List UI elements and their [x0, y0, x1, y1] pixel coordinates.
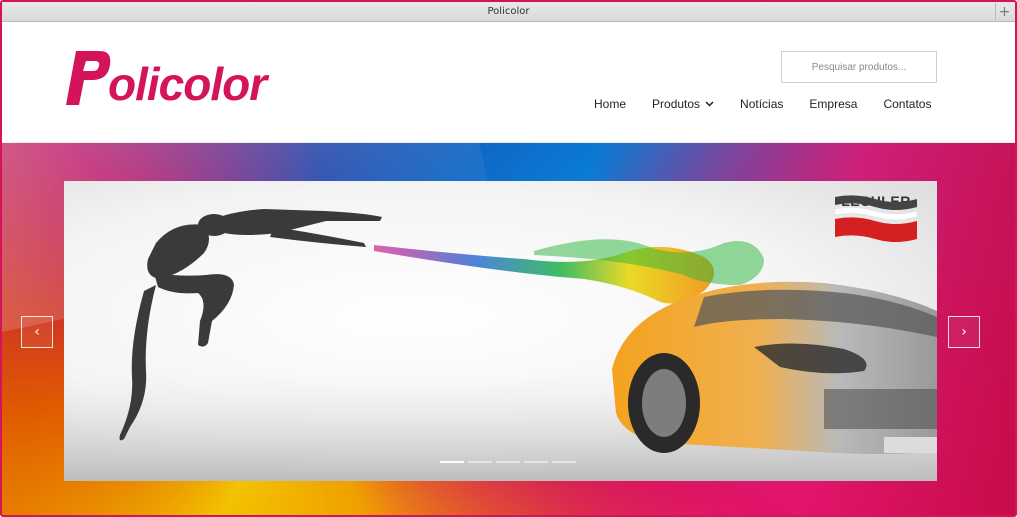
nav-produtos[interactable]: Produtos — [652, 97, 714, 111]
chevron-down-icon — [705, 101, 714, 107]
logo-text: olicolor — [108, 58, 267, 110]
slider-prev-button[interactable]: ‹ — [21, 316, 53, 348]
nav-produtos-label: Produtos — [652, 97, 701, 111]
window-title: Policolor — [487, 6, 530, 17]
nav-home-label: Home — [594, 97, 627, 111]
plus-icon: + — [998, 3, 1011, 20]
hero-slide: LECHLER — [64, 181, 937, 481]
nav-empresa[interactable]: Empresa — [809, 97, 857, 111]
nav-contatos-label: Contatos — [883, 97, 932, 111]
chevron-left-icon: ‹ — [34, 324, 40, 340]
main-nav: Home Produtos Notícias Empresa Contatos — [594, 97, 931, 111]
slider-dot[interactable] — [552, 461, 576, 463]
slider-dot[interactable] — [524, 461, 548, 463]
lechler-logo: LECHLER — [831, 193, 921, 242]
slider-dot[interactable] — [496, 461, 520, 463]
titlebar: Policolor + — [2, 2, 1015, 22]
nav-empresa-label: Empresa — [809, 97, 858, 111]
hero-banner: LECHLER ‹ › — [2, 143, 1015, 515]
nav-noticias[interactable]: Notícias — [740, 97, 783, 111]
chevron-right-icon: › — [961, 324, 967, 340]
new-tab-button[interactable]: + — [995, 3, 1013, 20]
search-input[interactable] — [781, 51, 937, 83]
slider-dot[interactable] — [468, 461, 492, 463]
nav-home[interactable]: Home — [594, 97, 626, 111]
logo-p-mark — [66, 51, 111, 105]
policolor-logo[interactable]: olicolor — [66, 49, 267, 110]
sports-car — [612, 281, 937, 454]
slider-dot[interactable] — [440, 461, 464, 463]
site-header: olicolor Home Produtos Notícias Empresa … — [2, 23, 1015, 143]
slider-next-button[interactable]: › — [948, 316, 980, 348]
lechler-flag-icon — [834, 195, 918, 242]
slide-artwork — [64, 209, 937, 481]
nav-noticias-label: Notícias — [740, 97, 784, 111]
nav-contatos[interactable]: Contatos — [883, 97, 931, 111]
browser-window: Policolor + olicolor Home Produtos Not — [0, 0, 1017, 517]
slider-pagination — [440, 461, 576, 463]
